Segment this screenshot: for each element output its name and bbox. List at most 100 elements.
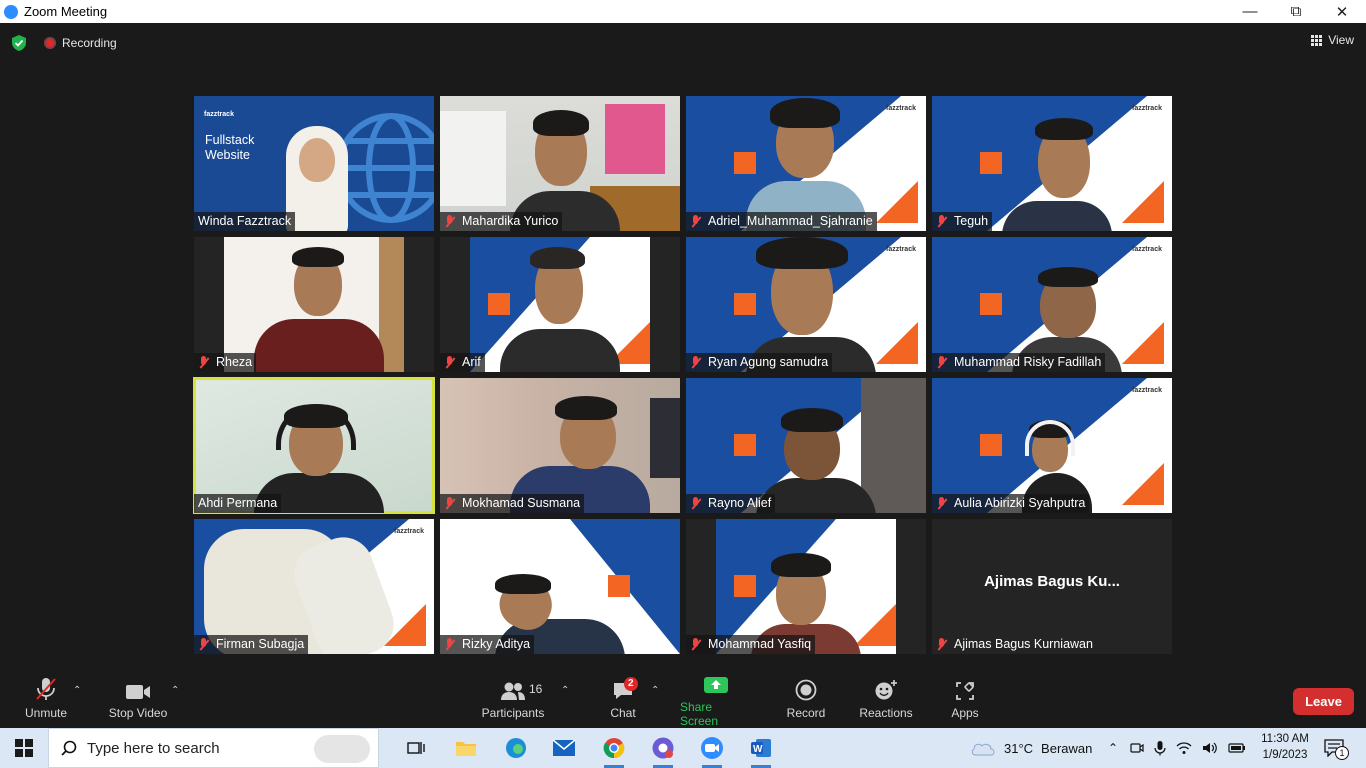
chat-unread-badge: 2 <box>624 677 638 691</box>
audio-options-chevron-icon[interactable]: ⌃ <box>73 685 81 696</box>
view-button[interactable]: View <box>1311 33 1354 47</box>
video-tile[interactable]: Mohammad Yasfiq <box>686 519 926 654</box>
battery-icon[interactable] <box>1228 742 1246 754</box>
participant-name: Rizky Aditya <box>440 635 535 654</box>
chat-button[interactable]: Chat 2 <box>606 673 640 728</box>
video-tile[interactable]: fazztrack Firman Subagja <box>194 519 434 654</box>
show-hidden-icons-chevron-icon[interactable]: ⌃ <box>1108 741 1118 755</box>
participant-name-text: Ahdi Permana <box>198 496 278 510</box>
muted-mic-icon <box>936 497 948 510</box>
speaker-volume-icon[interactable] <box>1202 741 1218 755</box>
participant-name: Mohammad Yasfiq <box>686 635 816 654</box>
word-app-icon[interactable]: W <box>741 728 781 768</box>
participant-name: Ajimas Bagus Kurniawan <box>932 635 1097 654</box>
clock-time: 11:30 AM <box>1261 733 1309 745</box>
participants-count: 16 <box>529 682 543 696</box>
window-title: Zoom Meeting <box>24 4 108 19</box>
meeting-status-bar: Recording <box>10 33 117 53</box>
close-icon[interactable]: ✕ <box>1319 0 1365 23</box>
participant-name-text: Adriel_Muhammad_Sjahranie <box>708 214 873 228</box>
muted-mic-icon <box>444 638 456 651</box>
muted-mic-icon <box>936 356 948 369</box>
mail-icon[interactable] <box>544 728 584 768</box>
taskbar-search-box[interactable]: Type here to search <box>48 728 379 768</box>
muted-mic-icon <box>690 215 702 228</box>
recording-indicator[interactable]: Recording <box>44 36 117 50</box>
brand-logo-text: fazztrack <box>1132 246 1162 253</box>
participant-name-text: Mohammad Yasfiq <box>708 637 812 651</box>
video-tile[interactable]: fazztrack Fullstack Website Winda Fazztr… <box>194 96 434 231</box>
participant-name-text: Mahardika Yurico <box>462 214 559 228</box>
video-tile-no-video[interactable]: Ajimas Bagus Ku... Ajimas Bagus Kurniawa… <box>932 519 1172 654</box>
chrome-profile-icon[interactable] <box>643 728 683 768</box>
participants-label: Participants <box>481 706 545 720</box>
video-options-chevron-icon[interactable]: ⌃ <box>171 685 179 696</box>
recording-label: Recording <box>62 36 117 50</box>
video-tile[interactable]: fazztrack Teguh <box>932 96 1172 231</box>
muted-mic-icon <box>198 356 210 369</box>
participant-name-text: Firman Subagja <box>216 637 305 651</box>
chat-options-chevron-icon[interactable]: ⌃ <box>651 685 659 696</box>
video-tile[interactable]: fazztrack Muhammad Risky Fadillah <box>932 237 1172 372</box>
share-screen-button[interactable]: Share Screen <box>680 673 752 728</box>
minimize-icon[interactable]: — <box>1227 0 1273 23</box>
wifi-icon[interactable] <box>1176 741 1192 755</box>
participant-name-text: Rheza <box>216 355 253 369</box>
system-clock[interactable]: 11:30 AM 1/9/2023 <box>1250 731 1320 763</box>
apps-label: Apps <box>951 706 979 720</box>
zoom-app-icon[interactable] <box>692 728 732 768</box>
stop-video-button[interactable]: Stop Video <box>106 673 170 728</box>
video-tile[interactable]: Rheza <box>194 237 434 372</box>
restore-icon[interactable]: ⧉ <box>1273 0 1319 23</box>
weather-temperature: 31°C <box>1004 740 1034 756</box>
tile-bg-caption-line: Website <box>205 148 250 162</box>
participant-name: Arif <box>440 353 485 372</box>
participant-name-text: Rizky Aditya <box>462 637 531 651</box>
apps-button[interactable]: Apps <box>948 673 982 728</box>
clock-date: 1/9/2023 <box>1262 749 1308 761</box>
view-label: View <box>1328 33 1354 47</box>
reactions-button[interactable]: Reactions <box>858 673 914 728</box>
leave-button[interactable]: Leave <box>1293 688 1354 715</box>
chrome-browser-icon[interactable] <box>594 728 634 768</box>
participant-name: Mokhamad Susmana <box>440 494 585 513</box>
microphone-icon[interactable] <box>1154 740 1166 756</box>
participant-name-text: Rayno Alief <box>708 496 772 510</box>
security-shield-icon[interactable] <box>10 33 28 53</box>
windows-start-icon[interactable] <box>0 728 48 768</box>
muted-mic-icon <box>444 356 456 369</box>
participants-options-chevron-icon[interactable]: ⌃ <box>561 685 569 696</box>
video-tile[interactable]: Mokhamad Susmana <box>440 378 680 513</box>
brand-logo-text: fazztrack <box>394 528 424 535</box>
file-explorer-icon[interactable] <box>446 728 486 768</box>
chat-label: Chat <box>610 706 636 720</box>
participant-name: Rayno Alief <box>686 494 776 513</box>
participant-name: Mahardika Yurico <box>440 212 563 231</box>
unmute-button[interactable]: Unmute <box>24 673 68 728</box>
participant-name-text: Ryan Agung samudra <box>708 355 829 369</box>
participant-name-text: Teguh <box>954 214 989 228</box>
video-tile[interactable]: Mahardika Yurico <box>440 96 680 231</box>
notifications-button[interactable]: 1 <box>1324 728 1349 768</box>
video-tile[interactable]: fazztrack Aulia Abirizki Syahputra <box>932 378 1172 513</box>
video-tile[interactable]: Arif <box>440 237 680 372</box>
participants-icon <box>500 673 526 701</box>
mic-muted-icon <box>35 673 57 701</box>
meet-now-camera-icon[interactable] <box>1130 741 1144 755</box>
notification-count-badge: 1 <box>1335 746 1349 760</box>
meeting-area: Recording View fazztrack Fullstack Websi… <box>0 23 1366 728</box>
cloud-icon <box>970 740 996 756</box>
brand-logo-text: fazztrack <box>1132 105 1162 112</box>
participant-name: Firman Subagja <box>194 635 309 654</box>
task-view-icon[interactable] <box>396 728 436 768</box>
video-tile[interactable]: fazztrack Ryan Agung samudra <box>686 237 926 372</box>
video-tile-active-speaker[interactable]: Ahdi Permana <box>193 377 435 514</box>
edge-browser-icon[interactable] <box>496 728 536 768</box>
record-button[interactable]: Record <box>785 673 827 728</box>
video-tile[interactable]: Rayno Alief <box>686 378 926 513</box>
muted-mic-icon <box>690 497 702 510</box>
video-tile[interactable]: Rizky Aditya <box>440 519 680 654</box>
video-tile[interactable]: fazztrack Adriel_Muhammad_Sjahranie <box>686 96 926 231</box>
weather-widget[interactable]: 31°C Berawan <box>970 728 1092 768</box>
muted-mic-icon <box>198 638 210 651</box>
